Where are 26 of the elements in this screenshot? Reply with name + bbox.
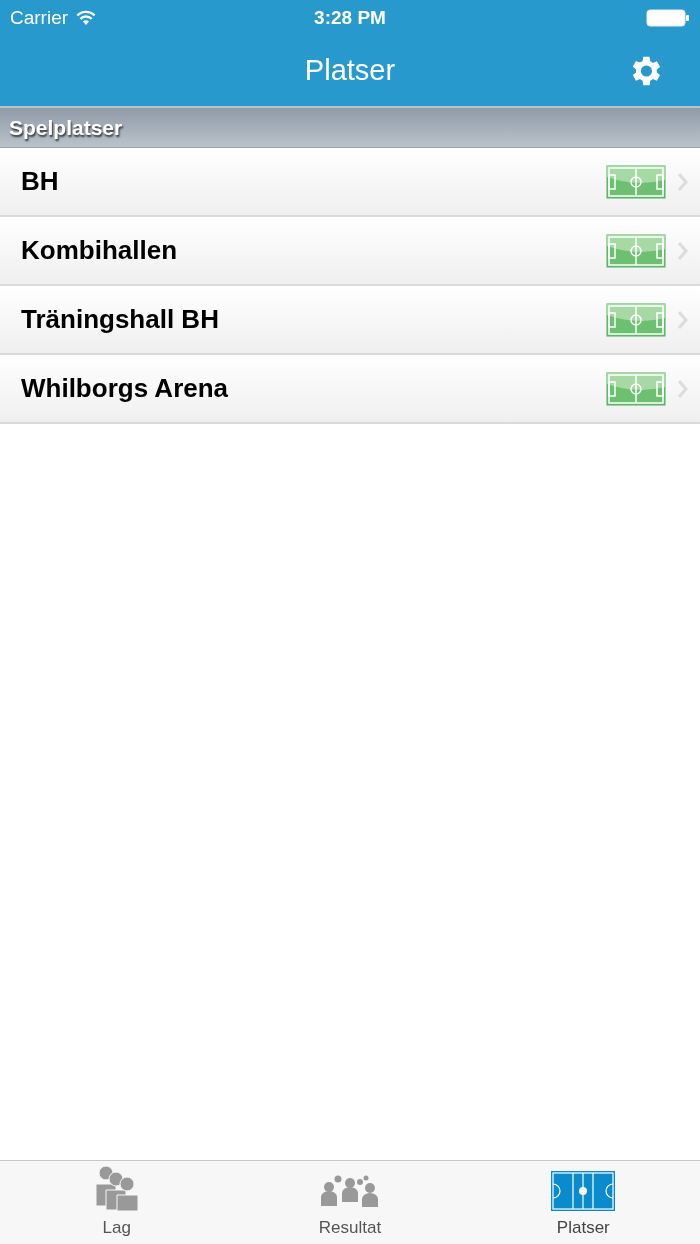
venue-name: Träningshall BH	[21, 303, 219, 336]
field-icon	[606, 233, 666, 268]
wifi-icon	[76, 10, 97, 26]
carrier-label: Carrier	[10, 5, 69, 30]
tab-label: Resultat	[318, 1216, 382, 1239]
battery-icon	[646, 9, 690, 27]
field-icon	[606, 371, 666, 406]
tab-item[interactable]: Platser	[466, 1161, 700, 1244]
chevron-icon	[678, 310, 688, 329]
tab-label: Lag	[102, 1216, 131, 1239]
venue-name: Whilborgs Arena	[21, 372, 229, 405]
tab-item[interactable]: Lag	[0, 1161, 234, 1244]
venue-name: Kombihallen	[21, 234, 177, 267]
tab-item[interactable]: Resultat	[233, 1161, 467, 1244]
section-title: Spelplatser	[9, 114, 123, 141]
chevron-icon	[678, 172, 688, 191]
tab-label: Platser	[556, 1216, 610, 1239]
field-icon	[551, 1170, 616, 1211]
chevron-icon	[678, 241, 688, 260]
venue-name: BH	[21, 165, 59, 198]
field-icon	[606, 164, 666, 199]
people-icon	[94, 1164, 139, 1211]
screen-title: Platser	[304, 53, 396, 89]
field-icon	[606, 302, 666, 337]
chevron-icon	[678, 379, 688, 398]
time-label: 3:28 PM	[314, 5, 386, 30]
